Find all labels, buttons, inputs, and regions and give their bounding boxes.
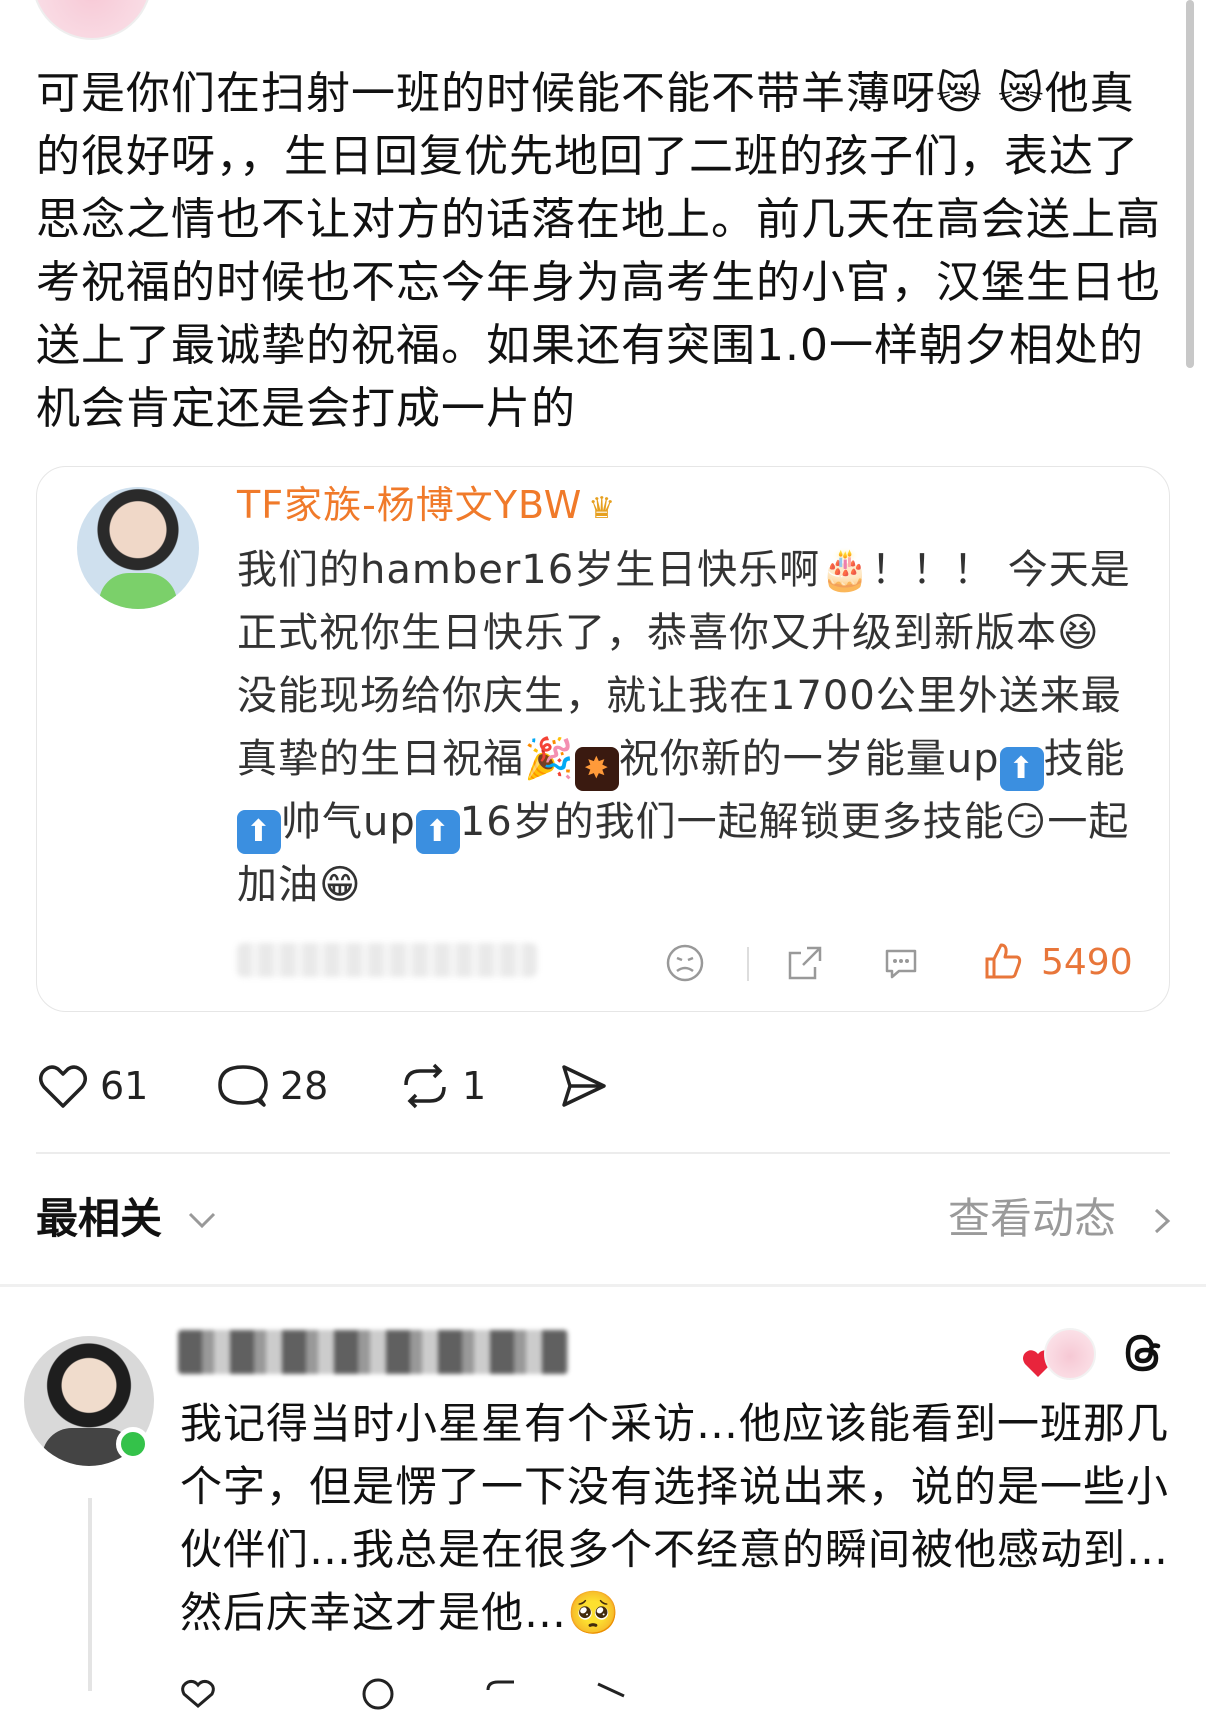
quote-segment: 帅气up [281, 799, 416, 845]
send-button[interactable] [556, 1056, 610, 1116]
share-icon[interactable] [785, 943, 825, 983]
quote-segment: 技能 [1043, 736, 1126, 782]
post-action-bar: 61 28 1 [36, 1056, 736, 1116]
section-divider [0, 1284, 1206, 1287]
dislike-face-icon[interactable] [665, 943, 705, 983]
pleading-face-emoji: 🥺 [567, 1588, 621, 1637]
smirk-emoji: 😏 [1004, 799, 1048, 845]
grin-emoji: 😁 [319, 862, 362, 908]
crown-icon: ♛ [588, 491, 617, 526]
party-popper-emoji: 🎉 [524, 736, 575, 782]
online-status-dot [116, 1427, 150, 1461]
quote-segment: 我们的hamber16岁生日快乐啊 [237, 547, 821, 593]
quote-segment: 16岁的我们一起解锁更多技能 [459, 799, 1005, 845]
heart-icon [39, 1065, 87, 1108]
comment-action-icons [181, 1678, 625, 1710]
commenter-username-blurred[interactable] [178, 1330, 568, 1374]
quote-segment: 祝你新的一岁能量up [618, 736, 1000, 782]
fireworks-emoji: ✸ [574, 747, 619, 791]
thread-line [88, 1498, 92, 1691]
repost-count: 1 [462, 1064, 487, 1108]
quoted-author-name[interactable]: TF家族-杨博文YBW ♛ [237, 475, 616, 539]
divider [36, 1152, 1170, 1154]
cake-emoji: 🎂 [820, 547, 871, 593]
quoted-author-label: TF家族-杨博文YBW [237, 483, 583, 527]
post-text-line1-end: 他真 [1044, 68, 1135, 119]
view-activity-link[interactable]: 查看动态 [948, 1186, 1116, 1252]
thumbs-up-icon[interactable] [981, 939, 1025, 983]
laughing-emoji: 😆 [1057, 610, 1100, 656]
repost-button[interactable]: 1 [398, 1056, 486, 1116]
repost-icon [404, 1063, 446, 1109]
comment-button[interactable]: 28 [216, 1056, 328, 1116]
up-arrow-emoji: ⬆ [415, 810, 460, 854]
comment-body: 我记得当时小星星有个采访…他应该能看到一班那几个字，但是愣了一下没有选择说出来，… [180, 1399, 1170, 1637]
poster-avatar[interactable] [32, 0, 152, 40]
send-icon [562, 1065, 606, 1107]
quoted-post-card[interactable]: TF家族-杨博文YBW ♛ 我们的hamber16岁生日快乐啊🎂！！！ 今天是正式… [36, 466, 1170, 1012]
sort-dropdown[interactable]: 最相关 [36, 1186, 162, 1252]
quoted-post-actions: 5490 [37, 933, 1169, 993]
post-text-line1: 可是你们在扫射一班的时候能不能不带羊薄呀 [36, 68, 936, 119]
chevron-right-icon[interactable] [1146, 1204, 1176, 1238]
up-arrow-emoji: ⬆ [999, 747, 1044, 791]
like-button[interactable]: 61 [36, 1056, 148, 1116]
comment-icon[interactable] [881, 943, 921, 983]
reactor-avatar [1044, 1328, 1096, 1380]
scrollbar[interactable] [1186, 0, 1194, 368]
comment-count: 28 [280, 1064, 329, 1108]
post-text-rest: 的很好呀，，生日回复优先地回了二班的孩子们，表达了思念之情也不让对方的话落在地上… [36, 131, 1161, 434]
quoted-author-avatar[interactable] [77, 487, 199, 609]
quoted-post-text: 我们的hamber16岁生日快乐啊🎂！！！ 今天是正式祝你生日快乐了，恭喜你又升… [237, 539, 1137, 917]
comment-text: 我记得当时小星星有个采访…他应该能看到一班那几个字，但是愣了一下没有选择说出来，… [180, 1392, 1180, 1644]
chevron-down-icon[interactable] [184, 1202, 220, 1238]
quoted-like-count: 5490 [1041, 942, 1133, 983]
crying-cat-emoji: 😿 [997, 68, 1045, 119]
action-separator [747, 947, 749, 981]
crying-cat-emoji: 😿 [936, 68, 983, 119]
post-body: 可是你们在扫射一班的时候能不能不带羊薄呀😿 😿他真的很好呀，，生日回复优先地回了… [36, 62, 1171, 440]
like-count: 61 [100, 1064, 149, 1108]
comment-bubble-icon [218, 1065, 268, 1107]
threads-logo-icon[interactable] [1118, 1328, 1168, 1378]
up-arrow-emoji: ⬆ [237, 810, 281, 854]
